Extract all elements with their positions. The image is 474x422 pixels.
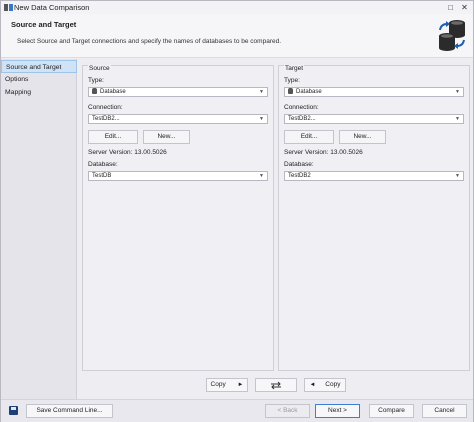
sidebar-item-source-and-target[interactable]: Source and Target [1,60,77,73]
target-connection-label: Connection: [284,104,319,111]
copy-to-source-button[interactable]: ◄ Copy [304,378,346,392]
source-connection-label: Connection: [88,104,123,111]
target-connection-value: TestDB2... [288,116,316,122]
source-edit-button[interactable]: Edit... [88,130,138,144]
source-connection-value: TestDB2... [92,116,120,122]
target-edit-button[interactable]: Edit... [284,130,334,144]
database-icon [288,88,293,94]
target-title: Target [284,65,305,72]
target-type-value: Database [296,89,322,95]
source-type-value: Database [100,89,126,95]
database-sync-icon [439,20,465,51]
app-icon [4,4,13,11]
source-server-version: Server Version: 13.00.5026 [88,149,167,156]
source-type-label: Type: [88,77,104,84]
copy-left-label: Copy [325,381,341,388]
source-database-select[interactable]: TestDB ▼ [88,171,268,181]
save-icon [9,406,18,415]
swap-icon [271,381,281,390]
source-connection-select[interactable]: TestDB2... ▼ [88,114,268,124]
target-panel: Target Type: Database ▼ Connection: Test… [278,65,470,371]
source-database-label: Database: [88,161,118,168]
chevron-down-icon: ▼ [455,89,460,95]
chevron-down-icon: ▼ [455,173,460,179]
target-type-select[interactable]: Database ▼ [284,87,464,97]
target-database-select[interactable]: TestDB2 ▼ [284,171,464,181]
chevron-down-icon: ▼ [259,116,264,122]
target-server-version: Server Version: 13.00.5026 [284,149,363,156]
target-database-value: TestDB2 [288,173,311,179]
chevron-down-icon: ▼ [259,173,264,179]
compare-button[interactable]: Compare [369,404,414,418]
source-type-select[interactable]: Database ▼ [88,87,268,97]
target-type-label: Type: [284,77,300,84]
sidebar-item-mapping[interactable]: Mapping [1,86,77,99]
arrow-right-icon: ► [237,382,244,388]
target-connection-select[interactable]: TestDB2... ▼ [284,114,464,124]
chevron-down-icon: ▼ [259,89,264,95]
chevron-down-icon: ▼ [455,116,460,122]
new-data-comparison-window: New Data Comparison □ ✕ Source and Targe… [0,0,474,422]
page-header: Source and Target Select Source and Targ… [1,14,473,58]
next-button[interactable]: Next > [315,404,360,418]
source-database-value: TestDB [92,173,112,179]
database-icon [92,88,97,94]
title-bar: New Data Comparison □ ✕ [1,1,473,14]
window-title: New Data Comparison [14,3,90,12]
page-title: Source and Target [11,20,77,29]
cancel-button[interactable]: Cancel [422,404,467,418]
back-button[interactable]: < Back [265,404,310,418]
copy-right-label: Copy [210,381,226,388]
arrow-left-icon: ◄ [309,382,316,388]
close-button[interactable]: ✕ [459,2,470,13]
maximize-button[interactable]: □ [445,2,456,13]
swap-button[interactable] [255,378,297,392]
main-content: Source Type: Database ▼ Connection: Test… [80,59,473,399]
source-title: Source [88,65,111,72]
sidebar-item-options[interactable]: Options [1,73,77,86]
source-new-button[interactable]: New... [143,130,190,144]
target-database-label: Database: [284,161,314,168]
wizard-footer: Save Command Line... < Back Next > Compa… [1,399,473,422]
save-command-line-button[interactable]: Save Command Line... [26,404,113,418]
copy-to-target-button[interactable]: Copy ► [206,378,248,392]
page-description: Select Source and Target connections and… [17,38,282,45]
wizard-sidebar: Source and Target Options Mapping [1,59,77,399]
target-new-button[interactable]: New... [339,130,386,144]
source-panel: Source Type: Database ▼ Connection: Test… [82,65,274,371]
